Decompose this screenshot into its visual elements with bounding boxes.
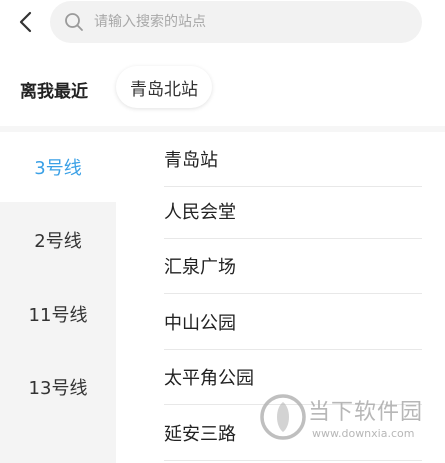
nearby-section: 离我最近 青岛北站 (0, 62, 445, 114)
search-icon (64, 12, 84, 32)
station-list-item[interactable]: 汇泉广场 (164, 239, 422, 294)
line-item-11[interactable]: 11号线 (0, 279, 116, 349)
station-list-item[interactable]: 太平角公园 (164, 350, 422, 405)
station-list-item[interactable]: 人民会堂 (164, 184, 422, 239)
top-bar (0, 0, 445, 44)
line-item-13[interactable]: 13号线 (0, 352, 116, 422)
search-input[interactable] (92, 6, 396, 38)
search-box[interactable] (50, 1, 422, 43)
line-item-2[interactable]: 2号线 (0, 205, 116, 275)
nearby-station-chip[interactable]: 青岛北站 (116, 66, 212, 108)
chevron-left-icon (19, 11, 32, 33)
back-button[interactable] (10, 6, 42, 38)
station-list-item[interactable]: 延安三路 (164, 406, 422, 461)
station-list: 青岛站 人民会堂 汇泉广场 中山公园 太平角公园 延安三路 (164, 132, 422, 463)
station-list-item[interactable]: 青岛站 (164, 132, 422, 187)
nearby-label: 离我最近 (20, 82, 88, 102)
subway-station-search-screen: 离我最近 青岛北站 3号线 2号线 11号线 13号线 青岛站 人民会堂 汇泉广… (0, 0, 445, 463)
line-item-3[interactable]: 3号线 (0, 132, 116, 202)
line-sidebar: 3号线 2号线 11号线 13号线 (0, 132, 116, 463)
station-list-item[interactable]: 中山公园 (164, 295, 422, 350)
